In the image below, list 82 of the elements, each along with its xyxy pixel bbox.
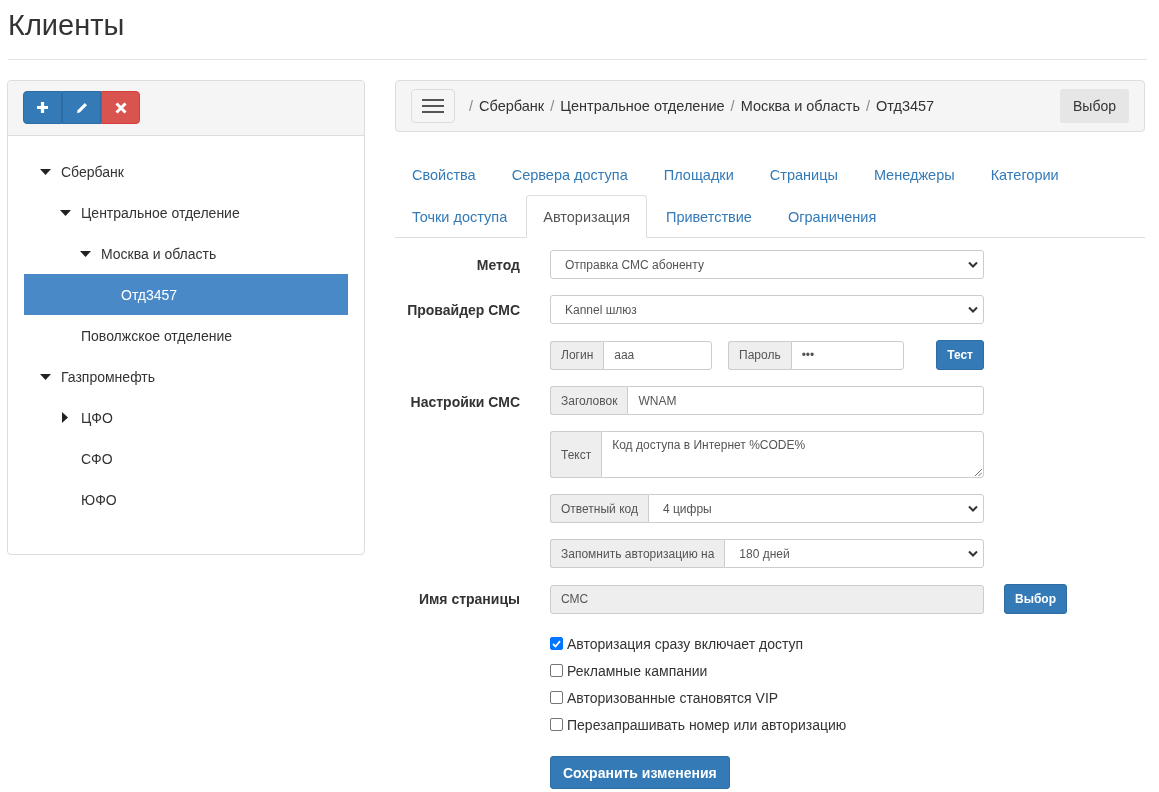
checkbox-label: Авторизованные становятся VIP [567, 689, 779, 706]
tab[interactable]: Сервера доступа [494, 153, 645, 196]
select-value: Kannel шлюз [565, 302, 637, 317]
menu-icon [422, 99, 444, 113]
select-field[interactable]: 180 дней [724, 539, 984, 568]
select-button[interactable]: Выбор [1004, 584, 1067, 614]
input-value: ••• [801, 348, 815, 362]
close-icon [114, 101, 127, 114]
test-button[interactable]: Тест [936, 340, 984, 370]
input-addon: Ответный код [550, 494, 648, 523]
input-addon: Запомнить авторизацию на [550, 539, 725, 568]
tab[interactable]: Ограничения [770, 195, 894, 238]
input-addon: Текст [550, 431, 602, 478]
field-label: Настройки СМС [409, 393, 520, 410]
breadcrumb-separator: / [549, 98, 556, 114]
breadcrumb-separator: / [468, 98, 475, 114]
breadcrumb-item[interactable]: Москва и область [740, 98, 860, 114]
checkbox[interactable] [550, 637, 563, 650]
breadcrumb-item[interactable]: Центральное отделение [560, 98, 725, 114]
input-field[interactable]: ••• [790, 340, 904, 370]
page-title: Клиенты [7, 8, 126, 43]
breadcrumb-separator: / [865, 98, 872, 114]
checkbox[interactable] [550, 691, 563, 704]
tab[interactable]: Свойства [395, 153, 493, 196]
tab[interactable]: Площадки [646, 153, 751, 196]
checkbox-label: Авторизация сразу включает доступ [567, 635, 804, 652]
save-button[interactable]: Сохранить изменения [550, 756, 730, 789]
tree-item[interactable]: ЮФО [24, 479, 348, 520]
tree-item[interactable]: Поволжское отделение [24, 315, 348, 356]
tab[interactable]: Страницы [752, 153, 855, 196]
delete-button[interactable] [101, 91, 140, 124]
checkbox-label: Перезапрашивать номер или авторизацию [567, 716, 847, 733]
field-label: Метод [475, 256, 520, 273]
select-value: 4 цифры [662, 501, 712, 516]
tree-item[interactable]: Центральное отделение [24, 192, 348, 233]
pencil-icon [74, 100, 89, 115]
chevron-down-icon [968, 550, 978, 557]
field-label: Имя страницы [417, 591, 520, 607]
tree-item[interactable]: Сбербанк [24, 151, 348, 192]
field-label: Провайдер СМС [406, 301, 520, 318]
tree-item[interactable]: СФО [24, 438, 348, 479]
breadcrumb-item[interactable]: Отд3457 [876, 98, 935, 114]
checkmark-icon [552, 639, 561, 648]
checkbox[interactable] [550, 718, 563, 731]
input-field[interactable]: СМС [550, 584, 984, 614]
input-field[interactable]: aaa [603, 340, 712, 370]
tree-item[interactable]: Отд3457 [24, 274, 348, 315]
tab[interactable]: Категории [973, 153, 1076, 196]
select-field[interactable]: Kannel шлюз [550, 295, 984, 324]
checkbox-label: Рекламные кампании [567, 662, 708, 679]
text-area[interactable]: Код доступа в Интернет %CODE% [601, 431, 984, 478]
select-field[interactable]: 4 цифры [647, 494, 984, 523]
input-addon: Заголовок [550, 386, 628, 415]
breadcrumb-item[interactable]: Сбербанк [479, 98, 545, 114]
input-addon: Логин [550, 340, 604, 370]
input-field[interactable]: WNAM [627, 386, 984, 415]
edit-button[interactable] [62, 91, 101, 124]
menu-button[interactable] [411, 89, 455, 123]
resize-handle-icon [975, 469, 982, 476]
input-value: СМС [561, 592, 589, 606]
chevron-down-icon [968, 306, 978, 313]
tree-item[interactable]: Москва и область [24, 233, 348, 274]
select-value: Отправка СМС абоненту [565, 257, 704, 272]
checkbox[interactable] [550, 664, 563, 677]
tab[interactable]: Точки доступа [395, 195, 525, 238]
input-value: aaa [614, 348, 635, 362]
select-button[interactable]: Выбор [1060, 89, 1129, 123]
tab[interactable]: Приветствие [649, 195, 769, 238]
add-button[interactable] [23, 91, 62, 124]
select-field[interactable]: Отправка СМС абоненту [550, 250, 984, 279]
breadcrumb-separator: / [729, 98, 736, 114]
tree-item[interactable]: Газпромнефть [24, 356, 348, 397]
chevron-down-icon [968, 505, 978, 512]
chevron-down-icon [968, 261, 978, 268]
tab[interactable]: Авторизация [526, 195, 647, 238]
tree-item[interactable]: ЦФО [24, 397, 348, 438]
input-addon: Пароль [728, 340, 791, 370]
text-area-value: Код доступа в Интернет %CODE% [612, 438, 806, 452]
select-value: 180 дней [739, 546, 790, 561]
plus-icon [36, 101, 49, 114]
tab[interactable]: Менеджеры [856, 153, 972, 196]
input-value: WNAM [638, 393, 677, 408]
